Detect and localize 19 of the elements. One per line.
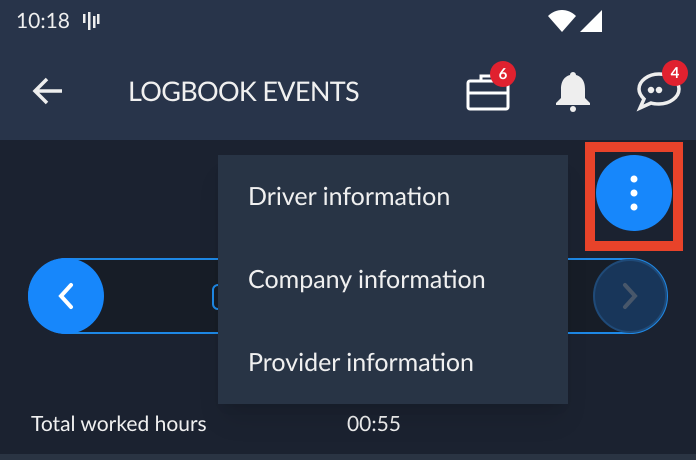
status-time: 10:18 — [16, 7, 70, 36]
chevron-right-icon — [620, 281, 640, 311]
more-options-button[interactable] — [596, 155, 672, 231]
more-vertical-icon — [630, 175, 638, 211]
summary-value: 00:55 — [347, 410, 401, 438]
wifi-icon — [548, 10, 576, 32]
bell-icon — [554, 70, 592, 112]
menu-item[interactable]: Driver information — [218, 155, 568, 238]
menu-item[interactable]: Company information — [218, 238, 568, 321]
chevron-left-icon — [56, 281, 76, 311]
count-badge: 4 — [662, 60, 688, 86]
menu-item[interactable]: Provider information — [218, 321, 568, 404]
chat-button[interactable]: 4 — [636, 60, 688, 112]
cell-signal-icon — [580, 10, 602, 32]
briefcase-button[interactable]: 6 — [466, 61, 516, 111]
summary-label: Total worked hours — [31, 410, 208, 438]
count-badge: 6 — [490, 61, 516, 87]
page-title: LOGBOOK EVENTS — [128, 72, 359, 109]
signal-bars-icon — [82, 11, 100, 31]
